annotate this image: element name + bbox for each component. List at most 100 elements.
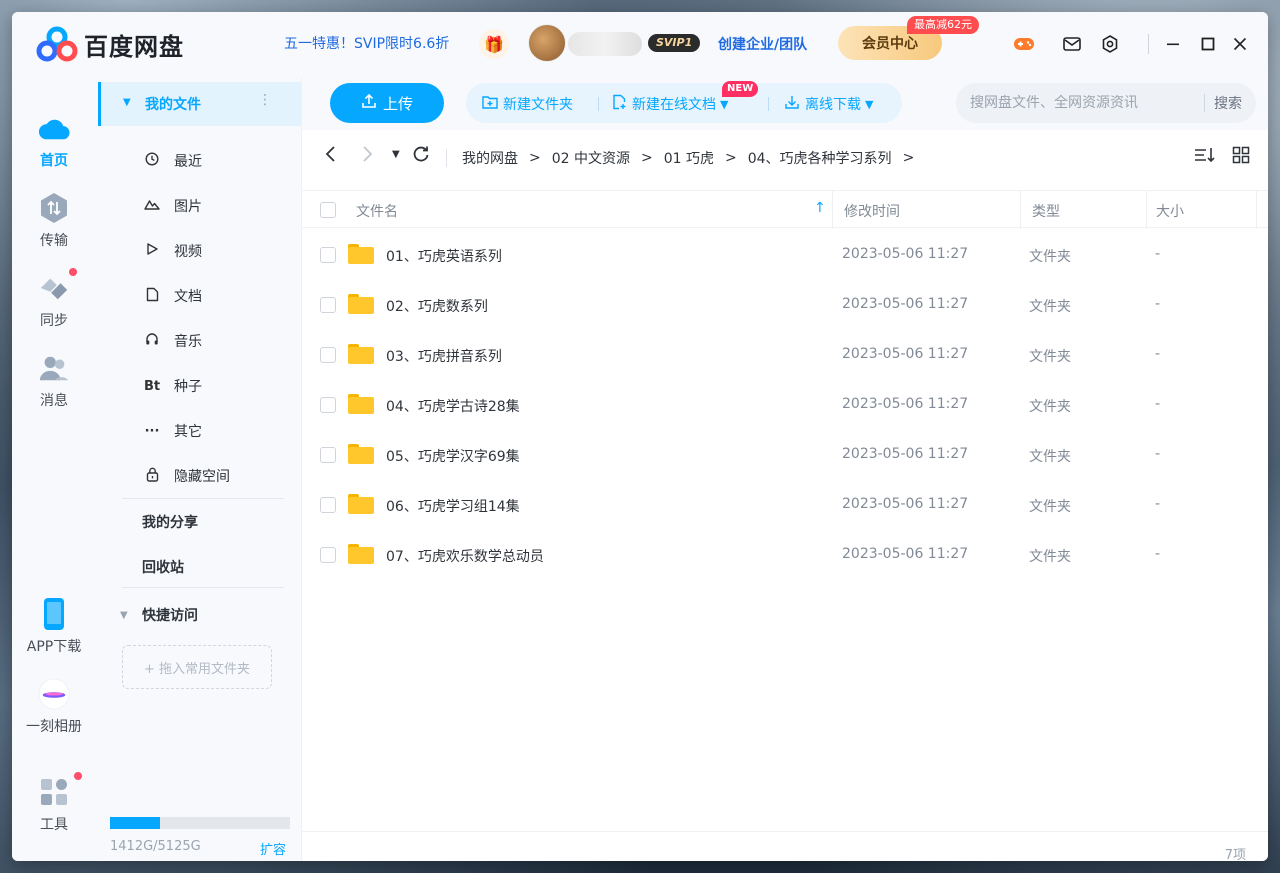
sidebar-item-others[interactable]: ··· 其它 [140, 419, 202, 443]
rail-album[interactable]: 一刻相册 [12, 678, 96, 736]
breadcrumb-chevron-icon: > [641, 150, 653, 166]
file-name[interactable]: 02、巧虎数系列 [386, 296, 488, 316]
row-checkbox[interactable] [320, 397, 336, 413]
gamepad-icon[interactable] [1012, 32, 1036, 56]
search-button[interactable]: 搜索 [1214, 93, 1242, 113]
refresh-icon[interactable] [412, 144, 430, 169]
app-logo[interactable]: 百度网盘 [36, 26, 184, 62]
file-name[interactable]: 03、巧虎拼音系列 [386, 346, 502, 366]
sidebar-item-videos[interactable]: 视频 [140, 239, 202, 263]
table-row[interactable]: 05、巧虎学汉字69集 2023-05-06 11:27 文件夹 - [302, 430, 1268, 480]
new-folder-button[interactable]: 新建文件夹 [482, 94, 573, 114]
status-footer: 7项 [302, 831, 1268, 861]
file-name[interactable]: 04、巧虎学古诗28集 [386, 396, 520, 416]
file-modified: 2023-05-06 11:27 [842, 346, 969, 362]
close-icon[interactable] [1226, 30, 1254, 58]
header-type[interactable]: 类型 [1032, 201, 1060, 221]
file-name[interactable]: 07、巧虎欢乐数学总动员 [386, 546, 544, 566]
header-modified[interactable]: 修改时间 [844, 201, 900, 221]
select-all-checkbox[interactable] [320, 202, 336, 218]
quick-access-dropzone[interactable]: + 拖入常用文件夹 [122, 645, 272, 689]
sidebar-recycle-bin[interactable]: 回收站 [142, 557, 184, 577]
avatar[interactable] [528, 24, 566, 62]
sidebar-item-music[interactable]: 音乐 [140, 329, 202, 353]
offline-download-button[interactable]: 离线下载 ▼ [784, 94, 873, 114]
sidebar-item-images[interactable]: 图片 [140, 194, 202, 218]
sidebar-item-recent[interactable]: 最近 [140, 149, 202, 173]
column-separator[interactable] [1020, 191, 1021, 229]
rail-sync[interactable]: 同步 [12, 268, 96, 330]
file-type: 文件夹 [1029, 249, 1071, 265]
sidebar-my-share[interactable]: 我的分享 [142, 512, 198, 532]
item-count: 7项 [1224, 848, 1246, 861]
maximize-icon[interactable] [1194, 30, 1222, 58]
sort-ascending-icon[interactable]: ↑ [814, 200, 826, 216]
path-bar: ▼ 我的网盘 > 02 中文资源 > 01 巧虎 > 04、巧虎各种学习系列 > [302, 140, 1268, 176]
sidebar-my-files-label: 我的文件 [145, 97, 201, 113]
row-checkbox[interactable] [320, 347, 336, 363]
table-row[interactable]: 03、巧虎拼音系列 2023-05-06 11:27 文件夹 - [302, 330, 1268, 380]
header-filename[interactable]: 文件名 [356, 201, 398, 221]
folder-icon [348, 444, 374, 464]
row-checkbox[interactable] [320, 497, 336, 513]
rail-app-download[interactable]: APP下载 [12, 598, 96, 656]
table-row[interactable]: 02、巧虎数系列 2023-05-06 11:27 文件夹 - [302, 280, 1268, 330]
sidebar-divider [122, 587, 284, 588]
row-checkbox[interactable] [320, 447, 336, 463]
settings-icon[interactable] [1098, 32, 1122, 56]
table-row[interactable]: 07、巧虎欢乐数学总动员 2023-05-06 11:27 文件夹 - [302, 530, 1268, 580]
column-separator[interactable] [1256, 191, 1257, 229]
sidebar-item-documents[interactable]: 文档 [140, 284, 202, 308]
table-row[interactable]: 04、巧虎学古诗28集 2023-05-06 11:27 文件夹 - [302, 380, 1268, 430]
upload-button[interactable]: 上传 [330, 83, 444, 123]
search-input[interactable] [956, 83, 1256, 123]
history-dropdown-icon[interactable]: ▼ [392, 149, 400, 160]
breadcrumb-item[interactable]: 我的网盘 [462, 148, 518, 168]
gift-icon[interactable]: 🎁 [479, 29, 509, 59]
file-size: - [1155, 446, 1161, 462]
rail-message[interactable]: 消息 [12, 352, 96, 410]
video-icon [140, 242, 164, 260]
row-checkbox[interactable] [320, 547, 336, 563]
file-name[interactable]: 01、巧虎英语系列 [386, 246, 502, 266]
mail-icon[interactable] [1060, 32, 1084, 56]
sidebar-item-hidden-space[interactable]: 隐藏空间 [140, 464, 230, 488]
breadcrumb-item[interactable]: 01 巧虎 [664, 148, 714, 168]
rail-tools[interactable]: 工具 [12, 772, 96, 834]
breadcrumb-item[interactable]: 02 中文资源 [552, 148, 630, 168]
forward-icon[interactable] [360, 144, 374, 169]
sidebar-my-files[interactable]: ▼ 我的文件 ⋮ [98, 82, 302, 126]
collapse-arrow-icon[interactable]: ▼ [120, 610, 128, 621]
sidebar-item-label: 其它 [174, 424, 202, 440]
row-checkbox[interactable] [320, 297, 336, 313]
bt-icon: Bt [143, 378, 161, 394]
sidebar-quick-access[interactable]: 快捷访问 [142, 605, 198, 625]
username-redacted[interactable] [568, 32, 642, 56]
column-separator[interactable] [1146, 191, 1147, 229]
new-online-doc-button[interactable]: 新建在线文档 ▼ [612, 94, 728, 114]
row-checkbox[interactable] [320, 247, 336, 263]
back-icon[interactable] [324, 144, 338, 169]
grid-view-icon[interactable] [1232, 146, 1250, 168]
rail-home[interactable]: 首页 [12, 112, 96, 170]
file-name[interactable]: 05、巧虎学汉字69集 [386, 446, 520, 466]
header-size[interactable]: 大小 [1156, 201, 1184, 221]
minimize-icon[interactable] [1159, 30, 1187, 58]
new-online-doc-label: 新建在线文档 [632, 97, 716, 113]
rail-transfer[interactable]: 传输 [12, 192, 96, 250]
new-folder-label: 新建文件夹 [503, 97, 573, 113]
column-separator[interactable] [832, 191, 833, 229]
promo-link[interactable]: 五一特惠！SVIP限时6.6折 [284, 33, 449, 53]
more-vertical-icon[interactable]: ⋮ [258, 92, 272, 108]
title-separator [1148, 34, 1149, 54]
sidebar-item-torrents[interactable]: Bt 种子 [140, 374, 202, 398]
svip-badge[interactable]: SVIP1 [648, 34, 701, 52]
sort-icon[interactable] [1194, 146, 1216, 168]
collapse-arrow-icon[interactable]: ▼ [123, 97, 131, 108]
table-row[interactable]: 01、巧虎英语系列 2023-05-06 11:27 文件夹 - [302, 230, 1268, 280]
create-enterprise-link[interactable]: 创建企业/团队 [718, 34, 807, 54]
breadcrumb-item[interactable]: 04、巧虎各种学习系列 [748, 148, 892, 168]
file-name[interactable]: 06、巧虎学习组14集 [386, 496, 520, 516]
expand-storage-link[interactable]: 扩容 [260, 839, 286, 858]
table-row[interactable]: 06、巧虎学习组14集 2023-05-06 11:27 文件夹 - [302, 480, 1268, 530]
